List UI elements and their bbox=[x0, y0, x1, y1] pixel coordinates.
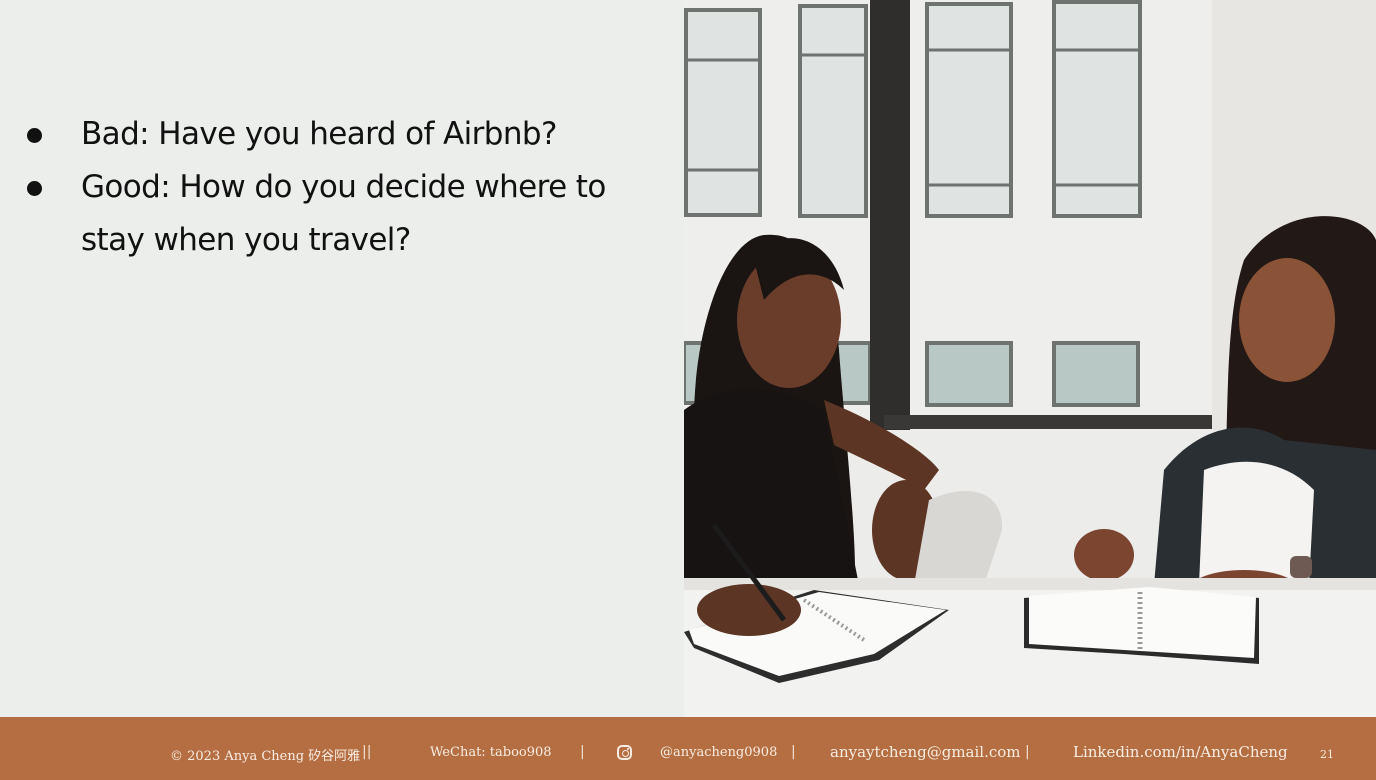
footer-linkedin: Linkedin.com/in/AnyaCheng bbox=[1073, 743, 1288, 761]
instagram-icon bbox=[617, 745, 632, 760]
bullet-dot-icon bbox=[27, 181, 42, 196]
footer-separator: | bbox=[1025, 744, 1030, 760]
footer-separator: || bbox=[362, 744, 372, 760]
slide-page-number: 21 bbox=[1320, 748, 1334, 761]
footer-instagram-handle: @anyacheng0908 bbox=[660, 745, 778, 760]
footer-separator: | bbox=[791, 744, 796, 760]
bullet-item-good: Good: How do you decide where to stay wh… bbox=[24, 161, 654, 267]
bullet-dot-icon bbox=[27, 128, 42, 143]
bullet-text-good: Good: How do you decide where to stay wh… bbox=[81, 169, 606, 258]
slide-canvas: Bad: Have you heard of Airbnb? Good: How… bbox=[0, 0, 1376, 717]
meeting-photo bbox=[684, 0, 1376, 717]
bullet-item-bad: Bad: Have you heard of Airbnb? bbox=[24, 108, 654, 161]
footer-email: anyaytcheng@gmail.com bbox=[830, 743, 1021, 761]
footer-bar: © 2023 Anya Cheng 矽谷阿雅 || WeChat: taboo9… bbox=[0, 717, 1376, 780]
footer-separator: | bbox=[580, 744, 585, 760]
footer-wechat: WeChat: taboo908 bbox=[430, 745, 552, 760]
bullet-list: Bad: Have you heard of Airbnb? Good: How… bbox=[24, 108, 654, 267]
footer-copyright: © 2023 Anya Cheng 矽谷阿雅 bbox=[170, 749, 361, 764]
bullet-text-bad: Bad: Have you heard of Airbnb? bbox=[81, 116, 557, 152]
photo-illustration bbox=[684, 0, 1376, 717]
